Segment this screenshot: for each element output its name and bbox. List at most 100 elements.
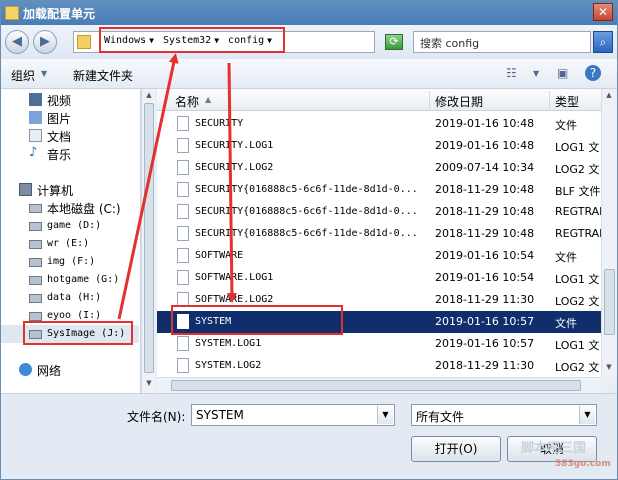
nav-item-drive-h[interactable]: data (H:) [1,289,140,307]
file-type: LOG1 文 [555,273,600,286]
file-type: LOG2 文 [555,295,600,308]
file-date: 2019-01-16 10:54 [435,249,535,262]
table-row[interactable]: SECURITY{016888c5-6c6f-11de-8d1d-0... 201… [157,223,601,245]
nav-scroll-thumb[interactable] [144,103,154,373]
chevron-down-icon[interactable]: ▼ [579,406,595,424]
file-type: LOG1 文 [555,339,600,352]
navigation-pane: 视频 图片 文档 ♪ 音乐 计算机 本地磁盘 (C:) game (D:) wr [1,89,141,393]
list-scroll-thumb[interactable] [604,269,615,335]
file-name: SOFTWARE.LOG2 [195,294,274,305]
file-date: 2018-11-29 10:48 [435,227,535,240]
nav-item-label: data (H:) [47,292,102,303]
table-row[interactable]: SECURITY{016888c5-6c6f-11de-8d1d-0... 201… [157,201,601,223]
scroll-down-icon[interactable]: ▼ [144,379,154,389]
file-date: 2019-01-16 10:48 [435,117,535,130]
search-button[interactable]: ⌕ [593,31,613,53]
scroll-up-icon[interactable]: ▲ [144,91,154,101]
watermark-site: 583go.com [555,459,611,469]
nav-item-pictures[interactable]: 图片 [1,109,140,127]
folder-icon [77,35,91,49]
table-row[interactable]: SECURITY{016888c5-6c6f-11de-8d1d-0... 201… [157,179,601,201]
file-type: LOG2 文 [555,361,600,374]
chevron-down-icon[interactable]: ▼ [377,406,393,424]
back-arrow-icon: ◀ [12,34,22,49]
file-type: LOG1 文 [555,141,600,154]
file-type: BLF 文件 [555,185,601,198]
nav-item-videos[interactable]: 视频 [1,91,140,109]
list-horizontal-scrollbar[interactable] [157,377,601,393]
nav-item-music[interactable]: ♪ 音乐 [1,145,140,163]
back-button[interactable]: ◀ [5,30,29,54]
column-type[interactable]: 类型 [555,93,579,110]
table-row[interactable]: SOFTWARE.LOG1 2019-01-16 10:54 LOG1 文 [157,267,601,289]
preview-pane-icon[interactable]: ▣ [557,66,568,80]
scroll-down-icon[interactable]: ▼ [604,363,614,373]
drive-icon [29,222,42,231]
scroll-up-icon[interactable]: ▲ [604,91,614,101]
nav-item-drive-g[interactable]: hotgame (G:) [1,271,140,289]
file-type: REGTRAN [555,227,601,240]
file-name: SECURITY{016888c5-6c6f-11de-8d1d-0... [195,206,417,217]
window-title: 加载配置单元 [23,7,96,21]
file-date: 2018-11-29 10:48 [435,183,535,196]
table-row[interactable]: SOFTWARE 2019-01-16 10:54 文件 [157,245,601,267]
nav-item-documents[interactable]: 文档 [1,127,140,145]
search-icon: ⌕ [599,35,607,49]
filename-input[interactable]: SYSTEM ▼ [191,404,395,426]
nav-item-drive-c[interactable]: 本地磁盘 (C:) [1,199,140,217]
file-name: SYSTEM.LOG1 [195,338,262,349]
nav-item-drive-f[interactable]: img (F:) [1,253,140,271]
organize-menu[interactable]: 组织 [11,67,35,84]
nav-item-network[interactable]: 网络 [1,361,140,379]
list-hscroll-thumb[interactable] [171,380,581,391]
open-button[interactable]: 打开(O) [411,436,501,462]
column-divider[interactable] [429,91,430,109]
file-name: SECURITY.LOG1 [195,140,274,151]
table-row[interactable]: SECURITY 2019-01-16 10:48 文件 [157,113,601,135]
nav-item-drive-d[interactable]: game (D:) [1,217,140,235]
nav-item-label: hotgame (G:) [47,274,120,285]
nav-item-label: 网络 [37,364,62,378]
close-button[interactable]: ✕ [593,3,613,21]
close-icon: ✕ [597,5,609,19]
help-icon[interactable]: ? [585,65,601,81]
file-type-value: 所有文件 [416,410,465,424]
search-input[interactable]: 搜索 config [413,31,591,53]
forward-button[interactable]: ▶ [33,30,57,54]
drive-highlight [23,321,133,345]
nav-item-computer[interactable]: 计算机 [1,181,140,199]
list-vertical-scrollbar[interactable]: ▲ ▼ [601,89,617,377]
file-date: 2019-01-16 10:48 [435,139,535,152]
new-folder-button[interactable]: 新建文件夹 [73,67,133,84]
nav-item-drive-e[interactable]: wr (E:) [1,235,140,253]
document-folder-icon [29,129,42,142]
drive-icon [29,240,42,249]
file-highlight [171,305,343,335]
drive-icon [29,204,42,213]
table-row[interactable]: SECURITY.LOG2 2009-07-14 10:34 LOG2 文 [157,157,601,179]
file-name: SOFTWARE [195,250,244,261]
file-name: SECURITY [195,118,244,129]
column-divider[interactable] [549,91,550,109]
address-row: ◀ ▶ Windows ▼ System32 ▼ config ▼ ⟳ 搜索 conf… [1,25,617,59]
refresh-button[interactable]: ⟳ [385,34,403,50]
column-name[interactable]: 名称 [175,93,199,110]
table-row[interactable]: SYSTEM.LOG2 2018-11-29 11:30 LOG2 文 [157,355,601,377]
file-name: SYSTEM.LOG2 [195,360,262,371]
file-icon [177,358,189,373]
drive-icon [29,276,42,285]
file-icon [177,226,189,241]
chevron-down-icon[interactable]: ▼ [41,69,47,78]
file-date: 2018-11-29 11:30 [435,359,535,372]
nav-item-label: 视频 [47,94,72,108]
file-icon [177,182,189,197]
file-type-select[interactable]: 所有文件 ▼ [411,404,597,426]
view-options-icon[interactable]: ☷ [506,66,517,80]
column-modified[interactable]: 修改日期 [435,93,483,110]
nav-scrollbar[interactable]: ▲ ▼ [141,89,155,393]
file-date: 2009-07-14 10:34 [435,161,535,174]
chevron-down-icon[interactable]: ▼ [533,69,539,78]
table-row[interactable]: SECURITY.LOG1 2019-01-16 10:48 LOG1 文 [157,135,601,157]
table-row[interactable]: SYSTEM.LOG1 2019-01-16 10:57 LOG1 文 [157,333,601,355]
watermark-text: 脚本吧三国 [521,441,587,456]
